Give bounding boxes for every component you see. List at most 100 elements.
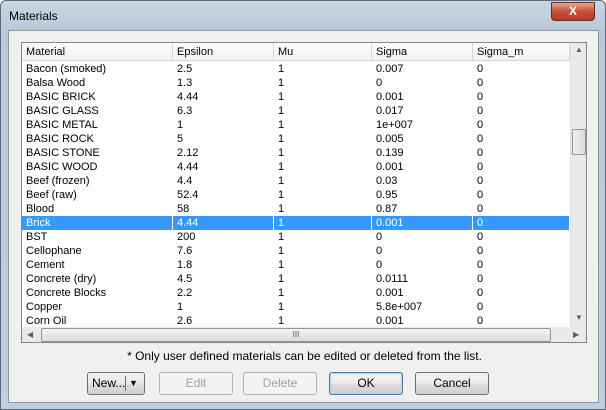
table-cell: 5.8e+007 — [372, 300, 473, 314]
table-cell: 4.5 — [173, 272, 274, 286]
table-cell: 0 — [473, 118, 570, 132]
table-cell: 0 — [372, 258, 473, 272]
table-cell: BASIC ROCK — [22, 132, 173, 146]
table-cell: 1 — [274, 272, 372, 286]
table-row[interactable]: Beef (raw) 52.4 1 0.95 0 — [22, 188, 570, 202]
table-cell: 1 — [274, 62, 372, 76]
table-cell: BASIC WOOD — [22, 160, 173, 174]
table-cell: 1 — [274, 286, 372, 300]
table-cell: 1 — [173, 118, 274, 132]
table-cell: 1 — [274, 202, 372, 216]
table-row[interactable]: BASIC GLASS 6.3 1 0.017 0 — [22, 104, 570, 118]
table-row[interactable]: BASIC METAL 1 1 1e+007 0 — [22, 118, 570, 132]
column-header-epsilon[interactable]: Epsilon — [173, 43, 274, 61]
vertical-scrollbar[interactable]: ▲ ▼ — [570, 43, 586, 327]
table-cell: BASIC GLASS — [22, 104, 173, 118]
table-row[interactable]: Corn Oil 2.6 1 0.001 0 — [22, 314, 570, 328]
table-body: Bacon (smoked) 2.5 1 0.007 0 Balsa Wood 1.3 1 0 0… — [22, 62, 570, 328]
table-cell: 0 — [372, 244, 473, 258]
ok-button[interactable]: OK — [329, 372, 403, 395]
table-cell: 0.95 — [372, 188, 473, 202]
table-cell: 58 — [173, 202, 274, 216]
materials-list[interactable]: Material Epsilon Mu Sigma Sigma_m Bacon … — [21, 42, 587, 343]
table-cell: 1 — [274, 188, 372, 202]
table-cell: Concrete Blocks — [22, 286, 173, 300]
table-cell: 1 — [274, 174, 372, 188]
table-cell: 0 — [473, 244, 570, 258]
table-cell: 1 — [274, 118, 372, 132]
vertical-scroll-thumb[interactable] — [572, 129, 586, 155]
window-title: Materials — [9, 9, 58, 23]
table-row[interactable]: BST 200 1 0 0 — [22, 230, 570, 244]
horizontal-scrollbar[interactable]: ◀ III ▶ — [22, 327, 586, 342]
table-cell: 4.4 — [173, 174, 274, 188]
dropdown-arrow-icon[interactable]: ▼ — [129, 373, 138, 394]
table-cell: 1 — [274, 258, 372, 272]
table-cell: 1 — [173, 300, 274, 314]
new-button[interactable]: New... ▼ — [87, 372, 145, 395]
table-cell: 2.2 — [173, 286, 274, 300]
table-cell: 4.44 — [173, 216, 274, 230]
table-cell: 0.001 — [372, 314, 473, 328]
cancel-button[interactable]: Cancel — [415, 372, 489, 395]
table-cell: 0 — [473, 202, 570, 216]
table-cell: 6.3 — [173, 104, 274, 118]
table-cell: 1 — [274, 216, 372, 230]
scroll-right-arrow-icon[interactable]: ▶ — [573, 330, 579, 339]
edit-button[interactable]: Edit — [159, 372, 233, 395]
table-cell: Beef (frozen) — [22, 174, 173, 188]
table-row[interactable]: Concrete Blocks 2.2 1 0.001 0 — [22, 286, 570, 300]
close-button[interactable]: X — [551, 2, 595, 21]
column-header-sigma-m[interactable]: Sigma_m — [473, 43, 570, 61]
table-row[interactable]: BASIC ROCK 5 1 0.005 0 — [22, 132, 570, 146]
table-cell: 0 — [473, 104, 570, 118]
table-cell: 1 — [274, 244, 372, 258]
info-note: * Only user defined materials can be edi… — [127, 349, 482, 363]
table-cell: Copper — [22, 300, 173, 314]
table-cell: 0 — [473, 300, 570, 314]
column-header-mu[interactable]: Mu — [274, 43, 372, 61]
table-cell: 1 — [274, 230, 372, 244]
scroll-down-arrow-icon[interactable]: ▼ — [575, 313, 583, 322]
scroll-left-arrow-icon[interactable]: ◀ — [27, 330, 33, 339]
table-cell: 0.03 — [372, 174, 473, 188]
horizontal-scroll-thumb[interactable]: III — [41, 328, 551, 342]
table-cell: 0 — [473, 272, 570, 286]
table-row[interactable]: Balsa Wood 1.3 1 0 0 — [22, 76, 570, 90]
table-cell: Cement — [22, 258, 173, 272]
column-header-sigma[interactable]: Sigma — [372, 43, 473, 61]
table-cell: 2.6 — [173, 314, 274, 328]
table-cell: 0 — [473, 62, 570, 76]
table-cell: 0 — [473, 286, 570, 300]
table-cell: 0 — [473, 216, 570, 230]
table-row[interactable]: BASIC BRICK 4.44 1 0.001 0 — [22, 90, 570, 104]
table-cell: 0.139 — [372, 146, 473, 160]
table-header: Material Epsilon Mu Sigma Sigma_m — [22, 43, 570, 61]
table-row[interactable]: BASIC STONE 2.12 1 0.139 0 — [22, 146, 570, 160]
table-row[interactable]: Cement 1.8 1 0 0 — [22, 258, 570, 272]
table-cell: 0 — [473, 230, 570, 244]
table-cell: 0 — [473, 258, 570, 272]
table-row[interactable]: Bacon (smoked) 2.5 1 0.007 0 — [22, 62, 570, 76]
table-cell: 0.0111 — [372, 272, 473, 286]
table-row[interactable]: Brick 4.44 1 0.001 0 — [22, 216, 570, 230]
table-row[interactable]: Beef (frozen) 4.4 1 0.03 0 — [22, 174, 570, 188]
table-row[interactable]: Cellophane 7.6 1 0 0 — [22, 244, 570, 258]
table-cell: 7.6 — [173, 244, 274, 258]
table-row[interactable]: Blood 58 1 0.87 0 — [22, 202, 570, 216]
table-cell: 0 — [473, 146, 570, 160]
table-cell: 0.001 — [372, 160, 473, 174]
table-cell: 0.007 — [372, 62, 473, 76]
table-row[interactable]: Concrete (dry) 4.5 1 0.0111 0 — [22, 272, 570, 286]
table-cell: 1.3 — [173, 76, 274, 90]
table-cell: BST — [22, 230, 173, 244]
column-header-material[interactable]: Material — [22, 43, 173, 61]
delete-button[interactable]: Delete — [243, 372, 317, 395]
table-row[interactable]: Copper 1 1 5.8e+007 0 — [22, 300, 570, 314]
table-cell: Corn Oil — [22, 314, 173, 328]
table-cell: 0 — [372, 76, 473, 90]
table-row[interactable]: BASIC WOOD 4.44 1 0.001 0 — [22, 160, 570, 174]
scroll-up-arrow-icon[interactable]: ▲ — [575, 45, 583, 54]
table-cell: 4.44 — [173, 160, 274, 174]
table-cell: 1.8 — [173, 258, 274, 272]
